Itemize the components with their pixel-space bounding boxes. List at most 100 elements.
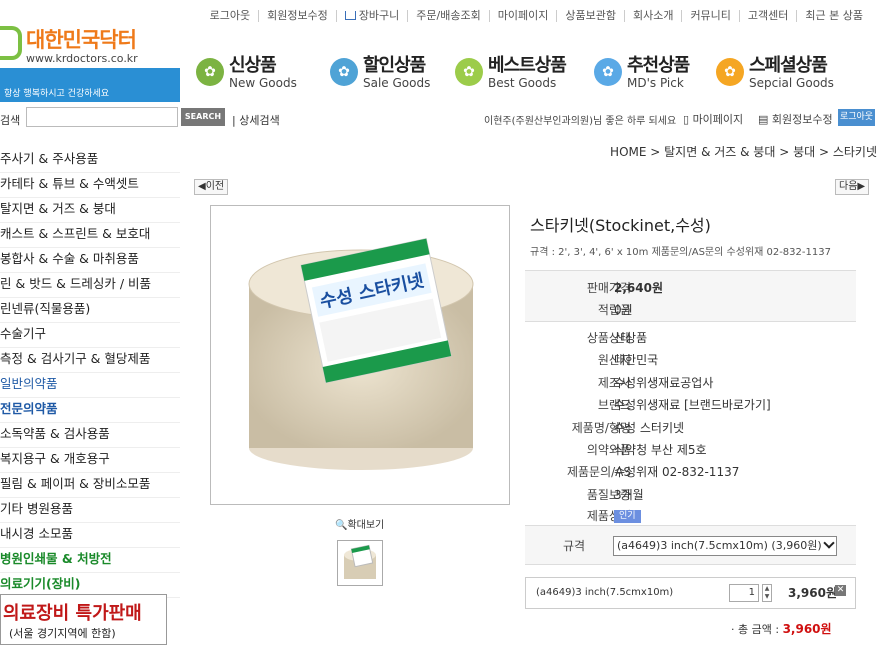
topnav-label: 마이페이지 bbox=[497, 9, 549, 22]
tab-md-s-pick[interactable]: ✿ 추천상품 MD's Pick bbox=[594, 55, 690, 92]
member-edit-link[interactable]: ▤ 회원정보수정 bbox=[758, 111, 833, 127]
tab-best-goods[interactable]: ✿ 베스트상품 Best Goods bbox=[455, 56, 567, 92]
zoom-link[interactable]: 🔍확대보기 bbox=[335, 516, 384, 531]
topnav-item[interactable]: 커뮤니티 bbox=[682, 9, 740, 22]
selected-option-name: (a4649)3 inch(7.5cmx10m) bbox=[536, 587, 674, 598]
sidebar-item[interactable]: 카테타 & 튜브 & 수액셋트 bbox=[0, 173, 180, 198]
search-input[interactable] bbox=[26, 107, 178, 127]
info-value: 대한민국 bbox=[614, 353, 659, 368]
status-row: 제품상태 인기 bbox=[525, 503, 856, 525]
product-thumbnail[interactable] bbox=[337, 540, 383, 586]
info-value: 식약청 부산 제5호 bbox=[614, 443, 707, 457]
info-row: 의약외품 식약청 부산 제5호 bbox=[525, 437, 856, 459]
advanced-search-label: 상세검색 bbox=[239, 114, 280, 127]
tab-badge-icon: ✿ bbox=[455, 58, 483, 86]
promo-title: 의료장비 특가판매 bbox=[3, 603, 142, 624]
sidebar-item[interactable]: 린 & 밧드 & 드레싱카 / 비품 bbox=[0, 273, 180, 298]
info-value: 수성 스터키넷 bbox=[614, 420, 685, 435]
sidebar-item[interactable]: 기타 병원용품 bbox=[0, 498, 180, 523]
topnav-label: 커뮤니티 bbox=[690, 9, 731, 22]
sidebar-item[interactable]: 캐스트 & 스프린트 & 보호대 bbox=[0, 223, 180, 248]
tab-subtitle: New Goods bbox=[229, 76, 297, 90]
product-spec: 규격 : 2', 3', 4', 6' x 10m 제품문의/AS문의 수성위재… bbox=[530, 247, 831, 258]
next-button[interactable]: 다음▶ bbox=[835, 179, 870, 195]
chevron-down-icon bbox=[823, 537, 835, 549]
magnifier-icon: 🔍 bbox=[335, 520, 348, 531]
advanced-search-link[interactable]: | 상세검색 bbox=[232, 112, 280, 128]
info-value: 신상품 bbox=[614, 331, 648, 345]
price-value: 2,640원 bbox=[614, 281, 663, 295]
logo-name: 대한민국닥터 bbox=[26, 28, 137, 52]
sidebar-item[interactable]: 봉합사 & 수술 & 마취용품 bbox=[0, 248, 180, 273]
cart-icon bbox=[344, 11, 356, 20]
search-row: 검색 SEARCH | 상세검색 이현주(주원산부인과의원)님 좋은 하루 되세… bbox=[0, 106, 881, 132]
tab-sepcial-goods[interactable]: ✿ 스페셜상품 Sepcial Goods bbox=[716, 56, 834, 92]
topnav-item[interactable]: 로그아웃 bbox=[202, 9, 260, 22]
topnav-label: 로그아웃 bbox=[209, 9, 251, 22]
prev-button[interactable]: ◀이전 bbox=[194, 179, 229, 195]
selected-option-row: (a4649)3 inch(7.5cmx10m) 1 ▲ ▼ 3,960원 ✕ bbox=[525, 577, 856, 609]
sidebar-item[interactable]: 린넨류(직물용품) bbox=[0, 298, 180, 323]
tab-title: 할인상품 bbox=[363, 55, 426, 76]
topnav-item[interactable]: 회사소개 bbox=[625, 9, 683, 22]
topnav-item[interactable]: 회원정보수정 bbox=[259, 10, 337, 22]
tab-subtitle: Sale Goods bbox=[363, 76, 431, 90]
sidebar-item[interactable]: 일반의약품 bbox=[0, 373, 180, 398]
sidebar-item[interactable]: 병원인쇄물 & 처방전 bbox=[0, 548, 180, 573]
sidebar-item[interactable]: 필림 & 페이퍼 & 장비소모품 bbox=[0, 473, 180, 498]
info-row: 원산지 대한민국 bbox=[525, 347, 856, 369]
sidebar-item[interactable]: 주사기 & 주사용품 bbox=[0, 148, 180, 173]
promo-banner[interactable]: 의료장비 특가판매 (서울 경기지역에 한함) bbox=[0, 594, 167, 645]
option-select[interactable]: (a4649)3 inch(7.5cmx10m) (3,960원) bbox=[613, 536, 837, 556]
mypage-link[interactable]: ▯ 마이페이지 bbox=[683, 111, 743, 127]
info-row: 브랜드 수성위생재료 [브랜드바로가기] bbox=[525, 392, 856, 414]
site-logo[interactable]: 대한민국닥터 www.krdoctors.co.kr bbox=[0, 22, 180, 68]
product-image[interactable]: 수성 스타키넷 bbox=[210, 205, 510, 505]
topnav-label: 장바구니 bbox=[358, 9, 400, 22]
topnav-item[interactable]: 장바구니 bbox=[337, 9, 409, 22]
sidebar-item[interactable]: 내시경 소모품 bbox=[0, 523, 180, 548]
topnav-label: 회원정보수정 bbox=[267, 9, 328, 22]
breadcrumb: HOME > 탈지면 & 거즈 & 붕대 > 붕대 > 스타키넷 bbox=[610, 145, 877, 159]
topnav-label: 주문/배송조회 bbox=[416, 9, 481, 22]
category-sidebar: 주사기 & 주사용품 카테타 & 튜브 & 수액셋트 탈지면 & 거즈 & 붕대 캐스… bbox=[0, 148, 180, 598]
member-edit-label: 회원정보수정 bbox=[771, 113, 833, 126]
info-value: 수성위생재료공업사 bbox=[614, 375, 714, 390]
tab-sale-goods[interactable]: ✿ 할인상품 Sale Goods bbox=[330, 56, 430, 92]
prev-label: 이전 bbox=[205, 181, 225, 192]
topnav-item[interactable]: 고객센터 bbox=[740, 10, 798, 22]
top-nav: 로그아웃 회원정보수정 장바구니 주문/배송조회 마이페이지 상품보관함 회사소개 커뮤니티 고… bbox=[202, 10, 871, 22]
quantity-input[interactable]: 1 bbox=[729, 584, 759, 602]
logo-mark-icon bbox=[0, 26, 22, 60]
tab-new-goods[interactable]: ✿ 신상품 New Goods bbox=[196, 56, 297, 92]
mypage-label: 마이페이지 bbox=[692, 113, 744, 126]
total-price: · 총 금액 : 3,960원 bbox=[731, 620, 832, 637]
info-row: 제품명/형명 수성 스터키넷 bbox=[525, 415, 856, 437]
sidebar-item[interactable]: 복지용구 & 개호용구 bbox=[0, 448, 180, 473]
sidebar-item[interactable]: 탈지면 & 거즈 & 붕대 bbox=[0, 198, 180, 223]
remove-option-icon[interactable]: ✕ bbox=[835, 585, 846, 596]
info-value: 3개월 bbox=[614, 487, 644, 502]
topnav-item[interactable]: 최근 본 상품 bbox=[797, 10, 871, 22]
promo-subtitle: (서울 경기지역에 한함) bbox=[9, 627, 116, 640]
product-title: 스타키넷(Stockinet,수성) bbox=[530, 216, 711, 235]
sidebar-item[interactable]: 수술기구 bbox=[0, 323, 180, 348]
points-value: 0원 bbox=[614, 303, 633, 317]
list-icon: ▤ bbox=[758, 113, 769, 126]
topnav-item[interactable]: 상품보관함 bbox=[557, 10, 625, 22]
tab-title: 신상품 bbox=[229, 55, 277, 76]
logo-url: www.krdoctors.co.kr bbox=[26, 52, 138, 65]
selected-option-price: 3,960원 bbox=[788, 586, 837, 600]
sidebar-item[interactable]: 전문의약품 bbox=[0, 398, 180, 423]
sidebar-item[interactable]: 소독약품 & 검사용품 bbox=[0, 423, 180, 448]
sidebar-item[interactable]: 측정 & 검사기구 & 혈당제품 bbox=[0, 348, 180, 373]
search-label: 검색 bbox=[0, 114, 21, 127]
tab-title: 추천상품 bbox=[627, 55, 690, 76]
search-button[interactable]: SEARCH bbox=[181, 108, 225, 126]
topnav-item[interactable]: 마이페이지 bbox=[490, 10, 558, 22]
logout-button[interactable]: 로그아웃 bbox=[838, 109, 875, 126]
info-row: 제조사 수성위생재료공업사 bbox=[525, 370, 856, 392]
topnav-item[interactable]: 주문/배송조회 bbox=[408, 9, 490, 22]
topnav-label: 회사소개 bbox=[632, 9, 674, 22]
quantity-stepper[interactable]: ▲ ▼ bbox=[762, 584, 772, 602]
